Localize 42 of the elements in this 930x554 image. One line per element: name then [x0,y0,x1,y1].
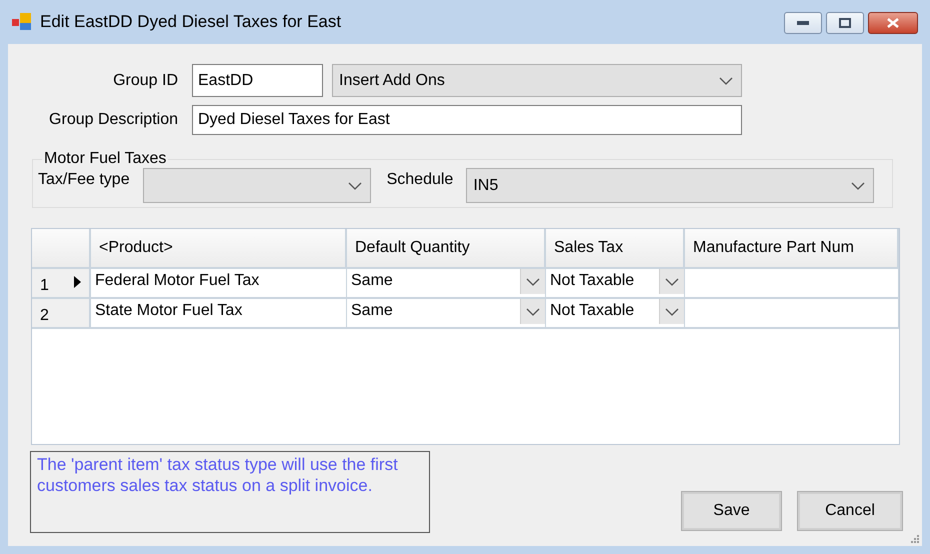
window-title: Edit EastDD Dyed Diesel Taxes for East [40,12,342,32]
column-header[interactable]: Manufacture Part Num [685,229,899,269]
minimize-icon [797,21,809,25]
corner-header [32,229,91,269]
schedule-dropdown[interactable]: IN5 [466,168,874,203]
quantity-dropdown[interactable]: Same [347,269,546,299]
close-icon [887,18,899,28]
field-label: Tax/Fee type [38,170,130,188]
chevron-down-icon [526,278,540,286]
add-on-type-dropdown[interactable]: Insert Add Ons [332,64,742,97]
quantity-dropdown[interactable]: Same [347,299,546,329]
chevron-down-icon [851,182,866,190]
chevron-down-icon [526,308,540,316]
chevron-down-icon [719,76,733,84]
cancel-button[interactable]: Cancel [798,492,902,530]
column-header[interactable]: Default Quantity [347,229,546,269]
row-header[interactable]: 2 [32,299,91,329]
chevron-down-icon [665,308,679,316]
app-icon [12,13,32,31]
save-button[interactable]: Save [682,492,781,530]
field-label: Group ID [112,72,178,90]
sales-tax-dropdown[interactable]: Not Taxable [546,269,685,299]
column-header[interactable]: <Product> [91,229,347,269]
table-cell: Federal Motor Fuel Tax [91,269,347,299]
current-row-icon [74,276,81,288]
table-cell: State Motor Fuel Tax [91,299,347,329]
close-button[interactable] [868,12,918,34]
column-header[interactable]: Sales Tax [546,229,685,269]
field-label: Group Description [48,111,178,129]
resize-grip-icon [910,534,920,544]
row-header[interactable]: 1 [32,269,91,299]
maximize-button[interactable] [826,12,864,34]
sales-tax-dropdown[interactable]: Not Taxable [546,299,685,329]
chevron-down-icon [348,182,362,190]
maximize-icon [839,18,851,28]
tax-status-note: The 'parent item' tax status type will use the first customers sales tax status on a split invoice. [30,451,430,533]
group-description-field[interactable]: Dyed Diesel Taxes for East [192,105,742,135]
chevron-down-icon [665,278,679,286]
group-id-field[interactable]: EastDD [192,64,323,97]
field-label: Schedule [386,170,454,188]
group-title: Motor Fuel Taxes [43,150,168,168]
minimize-button[interactable] [784,12,822,34]
